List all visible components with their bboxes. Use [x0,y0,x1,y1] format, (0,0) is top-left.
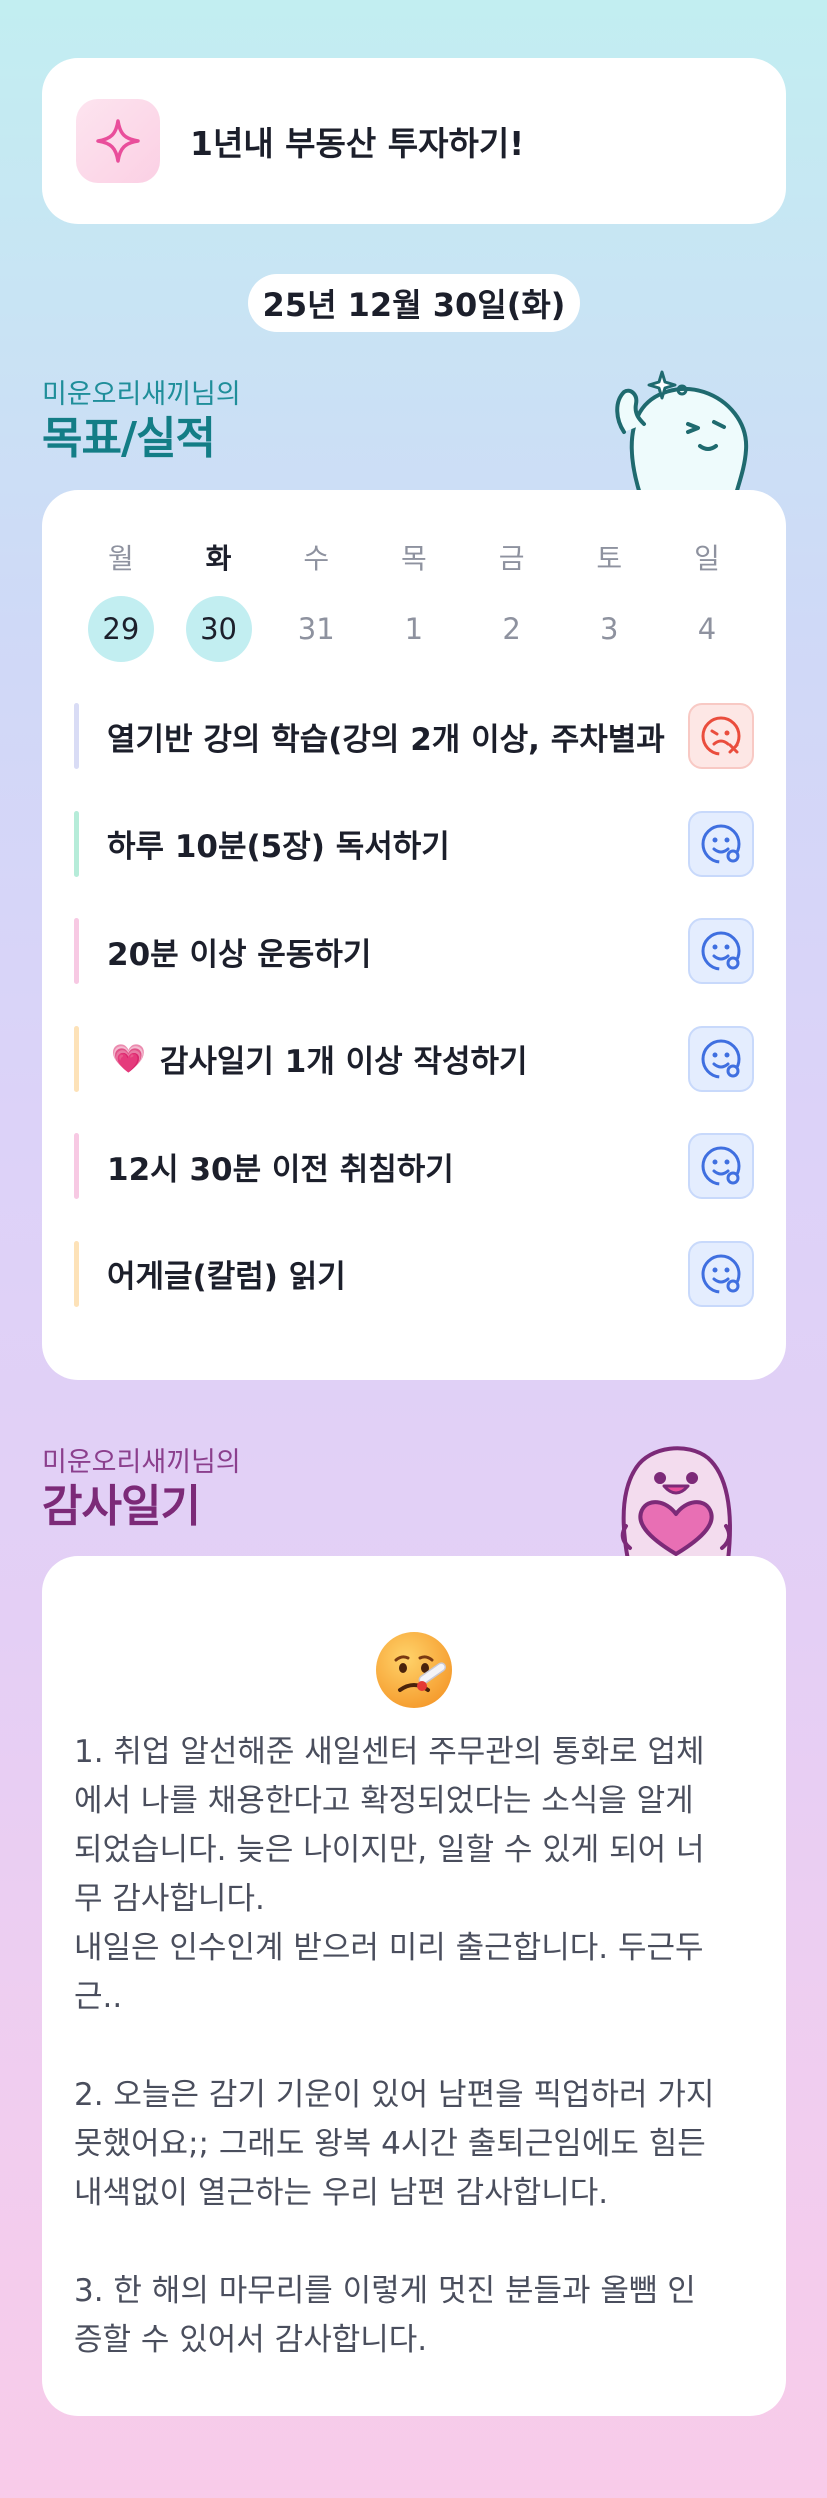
calendar-day[interactable]: 목1 [365,542,463,662]
day-name: 화 [205,542,232,575]
task-color-bar [74,1240,79,1307]
task-item[interactable]: 20분 이상 운동하기 [74,915,754,987]
goal-title: 1년내 부동산 투자하기! [190,124,525,163]
day-number[interactable]: 31 [283,596,349,662]
calendar-day[interactable]: 수 31 [267,542,365,662]
task-label: 감사일기 1개 이상 작성하기 [159,1044,528,1080]
calendar-day[interactable]: 일4 [658,542,756,662]
week-calendar: 월 29 화 30 수 31 목 1 금 2 토 3 일 4 [72,542,756,662]
task-label: 열기반 강의 학습(강의 2개 이상, 주차별과 [107,721,665,758]
smile-face-icon[interactable] [688,1133,754,1199]
smile-face-icon[interactable] [688,1025,754,1092]
smile-face-icon[interactable] [688,1240,754,1307]
sparkle-icon [76,99,160,183]
goal-card: 1년내 부동산 투자하기! [42,58,786,224]
day-name: 목 [401,542,427,575]
task-label: 12시 30분 이전 취침하기 [107,1151,454,1188]
smile-face-icon[interactable] [688,810,754,877]
task-color-bar [74,918,79,984]
day-number[interactable]: 2 [479,596,545,662]
goals-panel: 월 29 화 30 수 31 목 1 금 2 토 3 일 4 열기반 강의 학습(강의 2개 이상, 주차… [42,490,786,1380]
task-label: 20분 이상 운동하기 [107,936,372,973]
day-number[interactable]: 3 [576,596,642,662]
day-name: 월 [107,542,134,575]
calendar-day[interactable]: 화 30 [170,542,268,662]
day-number[interactable]: 29 [87,596,154,662]
calendar-day[interactable]: 금2 [463,542,561,662]
task-item[interactable]: 열기반 강의 학습(강의 2개 이상, 주차별과 [74,700,754,772]
day-number[interactable]: 1 [381,596,447,662]
day-name: 토 [596,542,623,575]
task-color-bar [74,810,79,877]
day-name: 수 [303,542,330,575]
calendar-day[interactable]: 토3 [560,542,658,662]
duck-mascot-icon [600,362,760,498]
day-name: 일 [694,542,720,575]
sad-face-x-icon[interactable] [688,703,754,769]
journal-section-title: 감사일기 [42,1481,201,1532]
task-label: 하루 10분(5장) 독서하기 [107,829,450,865]
task-label: 어게글(칼럼) 읽기 [107,1259,346,1295]
task-color-bar [74,1025,79,1092]
task-item[interactable]: 하루 10분(5장) 독서하기 [74,808,754,880]
journal-panel: 1. 취업 알선해준 새일센터 주무관의 통화로 업체 에서 나를 채용한다고 … [42,1556,786,2416]
task-item[interactable]: 💗 감사일기 1개 이상 작성하기 [74,1023,754,1095]
heart-mascot-icon [596,1428,756,1564]
heart-icon: 💗 [111,1042,146,1075]
day-name: 금 [498,542,525,575]
task-color-bar [74,703,79,769]
day-number[interactable]: 30 [185,596,252,662]
task-color-bar [74,1133,79,1199]
sick-face-thermometer-icon [372,1628,456,1716]
task-item[interactable]: 어게글(칼럼) 읽기 [74,1238,754,1310]
journal-text[interactable]: 1. 취업 알선해준 새일센터 주무관의 통화로 업체 에서 나를 채용한다고 … [74,1728,764,2365]
day-number[interactable]: 4 [674,596,740,662]
calendar-day[interactable]: 월 29 [72,542,170,662]
task-item[interactable]: 12시 30분 이전 취침하기 [74,1130,754,1202]
smile-face-icon[interactable] [688,918,754,984]
date-label[interactable]: 25년 12월 30일(화) [248,274,580,332]
goals-section-title: 목표/실적 [42,413,216,464]
